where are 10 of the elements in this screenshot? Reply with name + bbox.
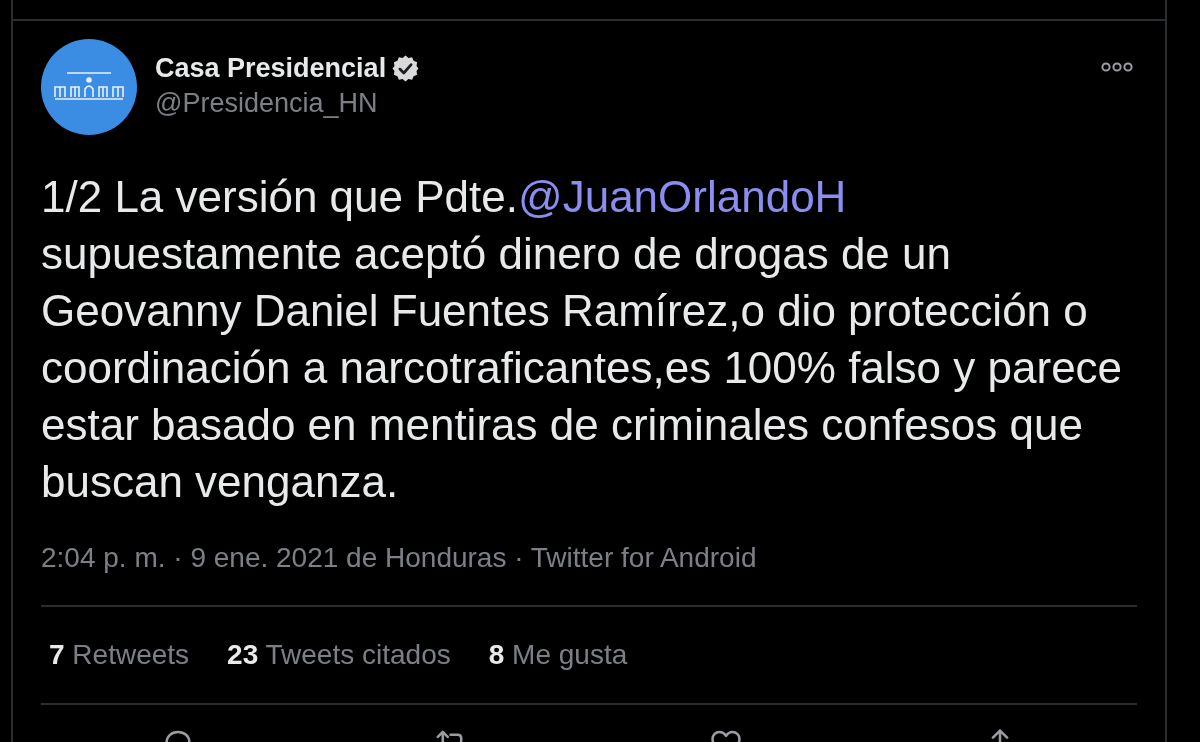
stat-link[interactable]: 8 Me gusta [488, 639, 628, 671]
avatar-logo[interactable] [41, 39, 137, 135]
more-options-icon[interactable] [1101, 61, 1133, 73]
tweet-text: 1/2 La versión que Pdte.@JuanOrlandoH supuestamente aceptó dinero de drogas de un Geovanny Daniel Fuentes Ramírez,o dio protección o coordinación a narcotraficantes,es 100% falso y parece estar basado en mentiras de criminales confesos que buscan venganza. [41, 171, 1124, 508]
mention-link[interactable]: @JuanOrlandoH [518, 172, 847, 221]
stat-link[interactable]: 23 Tweets citados [227, 639, 451, 671]
stat-link[interactable]: 7 Retweets [49, 639, 190, 671]
author-name[interactable]: Casa Presidencial [155, 51, 387, 85]
tweet-timestamp: 2:04 p. m. · 9 ene. 2021 de Honduras · Twitter for Android [41, 541, 758, 575]
author-handle[interactable]: @Presidencia_HN [155, 86, 378, 120]
